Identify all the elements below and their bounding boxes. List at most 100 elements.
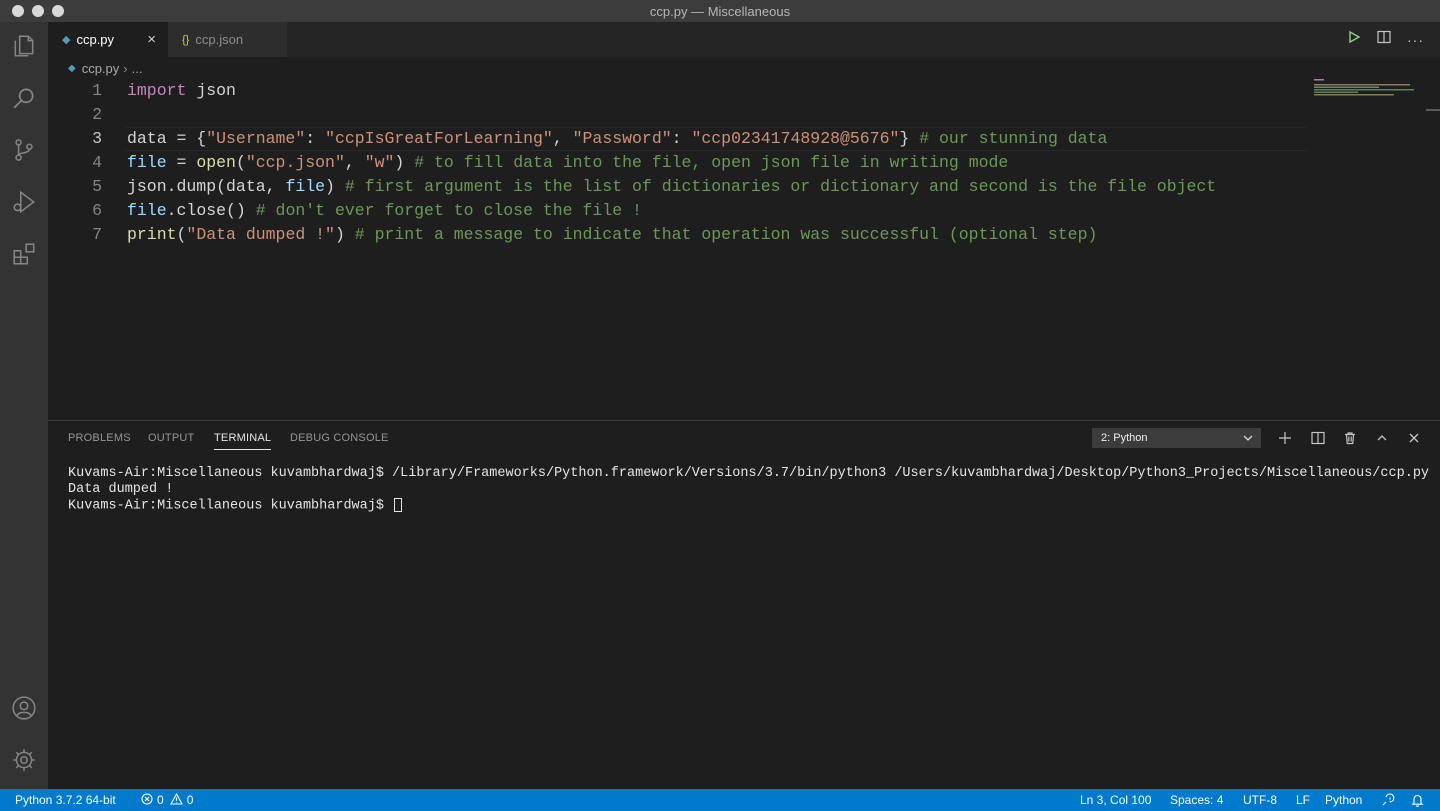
python-file-icon: ◆	[62, 34, 71, 46]
code-token: file	[127, 201, 167, 220]
code-token: "Username"	[206, 129, 306, 148]
kill-terminal-trash-icon[interactable]	[1343, 428, 1357, 448]
code-line[interactable]: 3 data = {"Username": "ccpIsGreatForLearn…	[48, 127, 1308, 151]
warning-count: 0	[186, 793, 194, 807]
tab-ccp-py[interactable]: ◆ ccp.py ×	[48, 22, 168, 57]
end-of-line[interactable]: LF	[1296, 789, 1310, 811]
tab-debug-console[interactable]: DEBUG CONSOLE	[290, 432, 389, 444]
error-icon	[141, 792, 153, 808]
indentation[interactable]: Spaces: 4	[1170, 789, 1223, 811]
breadcrumb-rest[interactable]: ...	[132, 61, 143, 76]
code-token: open	[196, 153, 236, 172]
code-token: :	[305, 129, 326, 148]
code-editor[interactable]: 1 import json 2 3 data = {"Username": "ccpIs…	[48, 79, 1440, 420]
error-count: 0	[157, 793, 164, 807]
code-line[interactable]: 6 file.close() # don't ever forget to clo…	[48, 199, 1308, 223]
code-text: file = open("ccp.json", "w") # to fill d…	[127, 151, 1008, 175]
code-token: "ccp02341748928@5676"	[691, 129, 900, 148]
terminal-line: Kuvams-Air:Miscellaneous kuvambhardwaj$ …	[68, 466, 1430, 481]
json-file-icon: {}	[182, 33, 190, 46]
code-token: file	[127, 153, 167, 172]
maximize-panel-chevron-up-icon[interactable]	[1375, 428, 1389, 448]
breadcrumb: ◆ ccp.py › ...	[48, 57, 1440, 79]
tab-label: ccp.json	[195, 32, 244, 47]
code-token: )	[394, 153, 415, 172]
minimap[interactable]	[1314, 79, 1424, 99]
code-token: # don't ever forget to close the file !	[255, 201, 642, 220]
code-token: )	[325, 177, 345, 196]
extensions-icon[interactable]	[10, 240, 38, 268]
tab-ccp-json[interactable]: {} ccp.json	[168, 22, 287, 57]
code-token: json.dump(data,	[127, 177, 286, 196]
split-terminal-icon[interactable]	[1311, 428, 1325, 448]
tab-terminal[interactable]: TERMINAL	[214, 432, 272, 450]
tab-label: ccp.py	[76, 32, 115, 47]
code-token: =	[166, 153, 197, 172]
editor-actions: ···	[1347, 22, 1424, 57]
python-file-icon: ◆	[68, 62, 76, 74]
code-token: :	[671, 129, 692, 148]
code-token: (	[235, 153, 246, 172]
search-icon[interactable]	[10, 84, 38, 112]
code-token: ,	[344, 153, 365, 172]
code-token: file	[285, 177, 326, 196]
code-line[interactable]: 1 import json	[48, 79, 1308, 103]
line-number: 6	[92, 201, 102, 220]
status-bar: Python 3.7.2 64-bit 0 0 Ln 3, Col 100 Sp…	[0, 789, 1440, 811]
code-text: file.close() # don't ever forget to clos…	[127, 199, 642, 223]
breadcrumb-file[interactable]: ccp.py	[82, 61, 120, 76]
code-token: json	[186, 81, 236, 100]
editor-tab-bar: ◆ ccp.py × {} ccp.json ···	[48, 22, 1440, 57]
tab-problems[interactable]: PROBLEMS	[68, 432, 131, 444]
terminal-select[interactable]: 2: Python	[1092, 428, 1261, 448]
tab-close-icon[interactable]: ×	[147, 31, 156, 48]
more-actions-icon[interactable]: ···	[1407, 32, 1424, 48]
code-text: data = {"Username": "ccpIsGreatForLearni…	[127, 127, 1107, 151]
encoding[interactable]: UTF-8	[1243, 789, 1277, 811]
code-token: "Password"	[572, 129, 672, 148]
notifications-bell-icon[interactable]	[1411, 789, 1424, 811]
code-token: }	[899, 129, 920, 148]
python-interpreter[interactable]: Python 3.7.2 64-bit	[15, 789, 116, 811]
scrollbar-position-marker	[1426, 109, 1440, 111]
activity-bar	[0, 22, 48, 789]
cursor-position[interactable]: Ln 3, Col 100	[1080, 789, 1151, 811]
code-token: print	[127, 225, 177, 244]
tab-output[interactable]: OUTPUT	[148, 432, 194, 444]
code-token: # to fill data into the file, open json …	[414, 153, 1009, 172]
problems-summary[interactable]: 0 0	[141, 789, 193, 811]
new-terminal-icon[interactable]	[1278, 428, 1292, 448]
warning-icon	[169, 792, 183, 808]
code-token: )	[334, 225, 355, 244]
settings-gear-icon[interactable]	[10, 746, 38, 774]
code-token: .close()	[166, 201, 256, 220]
terminal-prompt: Kuvams-Air:Miscellaneous kuvambhardwaj$	[68, 498, 393, 514]
close-panel-icon[interactable]	[1407, 428, 1421, 448]
terminal-output[interactable]: Kuvams-Air:Miscellaneous kuvambhardwaj$ …	[68, 466, 1429, 515]
code-token: # print a message to indicate that opera…	[354, 225, 1098, 244]
explorer-icon[interactable]	[10, 32, 38, 60]
split-editor-icon[interactable]	[1377, 30, 1391, 49]
code-text: import json	[127, 79, 236, 103]
feedback-icon[interactable]	[1381, 789, 1395, 811]
code-token: ,	[552, 129, 573, 148]
line-number: 2	[92, 105, 102, 124]
run-python-file-icon[interactable]	[1347, 30, 1361, 49]
code-line[interactable]: 4 file = open("ccp.json", "w") # to fill …	[48, 151, 1308, 175]
account-icon[interactable]	[10, 694, 38, 722]
code-text: print("Data dumped !") # print a message…	[127, 223, 1097, 247]
source-control-icon[interactable]	[10, 136, 38, 164]
code-token: data = {	[127, 129, 207, 148]
bottom-panel: PROBLEMS OUTPUT TERMINAL DEBUG CONSOLE 2…	[48, 420, 1440, 790]
run-debug-icon[interactable]	[10, 188, 38, 216]
window-title: ccp.py — Miscellaneous	[649, 4, 791, 19]
terminal-line: Data dumped !	[68, 482, 174, 497]
code-line[interactable]: 7 print("Data dumped !") # print a messag…	[48, 223, 1308, 247]
code-token: # first argument is the list of dictiona…	[344, 177, 1217, 196]
language-mode[interactable]: Python	[1325, 789, 1362, 811]
code-token: "ccpIsGreatForLearning"	[325, 129, 553, 148]
code-text: json.dump(data, file) # first argument i…	[127, 175, 1216, 199]
code-line[interactable]: 5 json.dump(data, file) # first argument …	[48, 175, 1308, 199]
code-token: # our stunning data	[919, 129, 1108, 148]
code-line[interactable]: 2	[48, 103, 1308, 127]
